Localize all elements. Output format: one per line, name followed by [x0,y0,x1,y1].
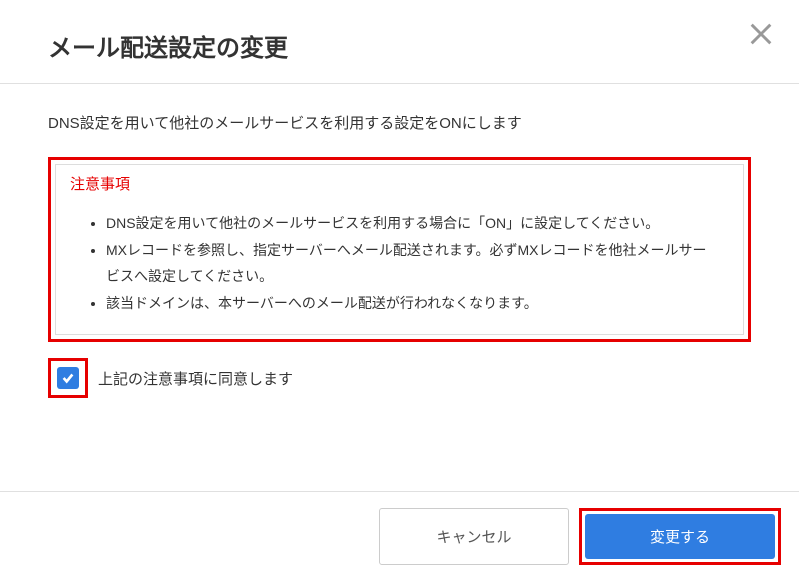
checkbox-highlight-frame [48,358,88,398]
modal-body: DNS設定を用いて他社のメールサービスを利用する設定をONにします 注意事項 D… [0,84,799,491]
notice-heading: 注意事項 [56,165,743,198]
modal-footer: キャンセル 変更する [0,491,799,583]
notice-highlight-frame: 注意事項 DNS設定を用いて他社のメールサービスを利用する場合に「ON」に設定し… [48,157,751,342]
agree-checkbox[interactable] [57,367,79,389]
notice-list: DNS設定を用いて他社のメールサービスを利用する場合に「ON」に設定してください… [56,198,743,334]
description-text: DNS設定を用いて他社のメールサービスを利用する設定をONにします [48,112,751,133]
modal-header: メール配送設定の変更 [0,0,799,84]
cancel-button[interactable]: キャンセル [379,508,569,565]
notice-item: DNS設定を用いて他社のメールサービスを利用する場合に「ON」に設定してください… [106,210,713,237]
check-icon [61,371,75,385]
agree-label: 上記の注意事項に同意します [98,368,293,389]
close-button[interactable] [747,20,775,48]
notice-item: 該当ドメインは、本サーバーへのメール配送が行われなくなります。 [106,290,713,317]
notice-box: 注意事項 DNS設定を用いて他社のメールサービスを利用する場合に「ON」に設定し… [55,164,744,335]
notice-item: MXレコードを参照し、指定サーバーへメール配送されます。必ずMXレコードを他社メ… [106,237,713,290]
agree-row: 上記の注意事項に同意します [48,358,751,398]
submit-button[interactable]: 変更する [585,514,775,559]
modal-dialog: メール配送設定の変更 DNS設定を用いて他社のメールサービスを利用する設定をON… [0,0,799,583]
close-icon [747,20,775,48]
modal-title: メール配送設定の変更 [48,28,751,63]
submit-highlight-frame: 変更する [579,508,781,565]
